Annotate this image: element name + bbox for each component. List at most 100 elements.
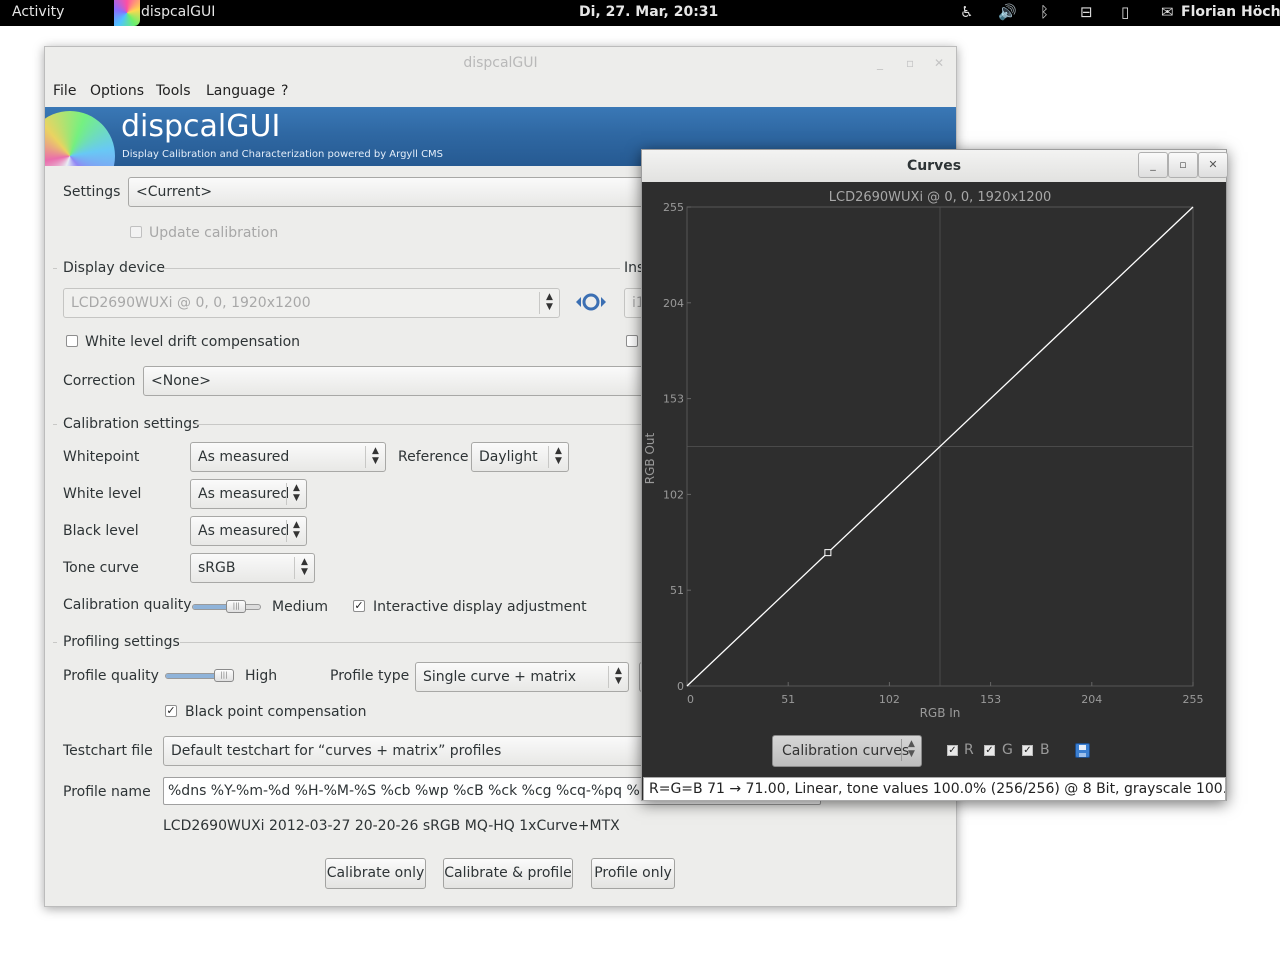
calibration-quality-handle[interactable]: ||| xyxy=(226,600,247,613)
testchart-value: Default testchart for “curves + matrix” … xyxy=(171,743,502,759)
update-calibration-checkbox[interactable] xyxy=(130,226,142,238)
chevron-updown-icon: ▲ ▼ xyxy=(548,446,568,468)
black-level-value: As measured xyxy=(198,523,290,539)
x-tick-label: 255 xyxy=(1183,693,1204,706)
battery-icon[interactable]: ▯ xyxy=(1121,3,1129,21)
whitepoint-label: Whitepoint xyxy=(63,449,140,465)
whitepoint-select[interactable]: As measured ▲ ▼ xyxy=(190,442,386,472)
y-tick-label: 204 xyxy=(663,297,684,310)
white-drift-label: White level drift compensation xyxy=(85,334,301,350)
curves-plot[interactable]: LCD2690WUXi @ 0, 0, 1920x1200 0 51 102 153 2… xyxy=(642,182,1226,727)
divider xyxy=(53,268,57,269)
y-tick-label: 153 xyxy=(663,393,684,406)
chevron-updown-icon: ▲ ▼ xyxy=(608,666,628,688)
black-drift-checkbox[interactable] xyxy=(626,335,638,347)
y-axis-label: RGB Out xyxy=(643,432,657,484)
close-icon[interactable]: ✕ xyxy=(934,56,944,70)
menu-tools[interactable]: Tools xyxy=(156,83,191,99)
channel-g-label: G xyxy=(1002,742,1013,758)
curves-window: Curves _ ▫ ✕ LCD2690WUXi @ 0, 0, 1920x12… xyxy=(641,149,1228,801)
calibration-quality-label: Calibration quality xyxy=(63,597,192,613)
app-icon[interactable] xyxy=(114,0,140,26)
window-titlebar[interactable]: dispcalGUI xyxy=(45,47,956,79)
white-level-select[interactable]: As measured ▲ ▼ xyxy=(190,479,307,509)
white-level-label: White level xyxy=(63,486,142,502)
profile-quality-handle[interactable]: ||| xyxy=(214,669,234,682)
black-point-checkbox[interactable]: ✓ xyxy=(165,705,177,717)
profile-quality-label: Profile quality xyxy=(63,668,159,684)
minimize-icon[interactable]: _ xyxy=(877,56,883,70)
refresh-displays-icon[interactable] xyxy=(574,291,608,313)
profile-type-label: Profile type xyxy=(330,668,410,684)
clock[interactable]: Di, 27. Mar, 20:31 xyxy=(579,4,718,20)
maximize-icon[interactable]: ▫ xyxy=(906,56,914,70)
channel-r-checkbox[interactable]: ✓ xyxy=(947,745,958,756)
divider xyxy=(53,424,57,425)
close-icon[interactable]: ✕ xyxy=(1198,152,1228,178)
calibration-quality-value: Medium xyxy=(272,599,328,615)
menu-language[interactable]: Language xyxy=(206,83,275,99)
profile-quality-value: High xyxy=(245,668,278,684)
y-tick-label: 51 xyxy=(670,584,684,597)
bluetooth-icon[interactable]: ᛒ xyxy=(1040,3,1049,21)
profile-only-button[interactable]: Profile only xyxy=(591,858,675,889)
banner-title: dispcalGUI xyxy=(121,109,281,144)
correction-label: Correction xyxy=(63,373,136,389)
channel-b-checkbox[interactable]: ✓ xyxy=(1022,745,1033,756)
activities-button[interactable]: Activity xyxy=(12,4,64,20)
curves-title: Curves xyxy=(906,158,962,174)
volume-icon[interactable]: 🔊 xyxy=(998,3,1017,21)
menu-help[interactable]: ? xyxy=(281,83,288,99)
user-icon[interactable]: ✉ xyxy=(1161,3,1174,21)
top-bar: Activity dispcalGUI Di, 27. Mar, 20:31 ♿… xyxy=(0,0,1280,26)
calibration-settings-heading: Calibration settings xyxy=(63,416,200,432)
testchart-select[interactable]: Default testchart for “curves + matrix” … xyxy=(163,736,663,766)
white-level-value: As measured xyxy=(198,486,290,502)
menu-bar: File Options Tools Language ? xyxy=(45,83,956,105)
interactive-adjust-label: Interactive display adjustment xyxy=(373,599,587,615)
testchart-label: Testchart file xyxy=(63,743,153,759)
curves-status-bar: R=G=B 71 → 71.00, Linear, tone values 10… xyxy=(643,777,1226,801)
accessibility-icon[interactable]: ♿ xyxy=(960,3,973,21)
tone-curve-value: sRGB xyxy=(198,560,236,576)
curves-type-select[interactable]: Calibration curves ▲ ▼ xyxy=(772,735,922,767)
correction-select[interactable]: <None> xyxy=(143,366,663,396)
divider xyxy=(195,424,643,425)
profile-type-value: Single curve + matrix xyxy=(423,669,576,685)
calibrate-profile-button[interactable]: Calibrate & profile xyxy=(443,858,573,889)
settings-select[interactable]: <Current> xyxy=(128,177,688,207)
chevron-updown-icon: ▲ ▼ xyxy=(901,739,921,761)
chevron-updown-icon: ▲ ▼ xyxy=(294,557,314,579)
update-calibration-label: Update calibration xyxy=(149,225,279,241)
divider xyxy=(53,642,57,643)
profile-name-label: Profile name xyxy=(63,784,151,800)
maximize-icon[interactable]: ▫ xyxy=(1168,152,1198,178)
save-icon[interactable] xyxy=(1075,743,1090,758)
settings-value: <Current> xyxy=(136,184,213,200)
menu-options[interactable]: Options xyxy=(90,83,144,99)
status-text: R=G=B 71 → 71.00, Linear, tone values 10… xyxy=(649,781,1226,797)
network-icon[interactable]: ⊟ xyxy=(1080,3,1093,21)
chevron-updown-icon: ▲ ▼ xyxy=(286,483,306,505)
curves-type-value: Calibration curves xyxy=(782,743,910,759)
profiling-settings-heading: Profiling settings xyxy=(63,634,180,650)
white-drift-checkbox[interactable] xyxy=(66,335,78,347)
reference-select[interactable]: Daylight ▲ ▼ xyxy=(471,442,569,472)
menu-file[interactable]: File xyxy=(53,83,76,99)
channel-g-checkbox[interactable]: ✓ xyxy=(984,745,995,756)
interactive-adjust-checkbox[interactable]: ✓ xyxy=(353,600,365,612)
user-menu[interactable]: Florian Höch xyxy=(1181,4,1280,20)
calibrate-only-button[interactable]: Calibrate only xyxy=(325,858,426,889)
display-device-select[interactable]: LCD2690WUXi @ 0, 0, 1920x1200 ▲ ▼ xyxy=(63,288,560,318)
whitepoint-value: As measured xyxy=(198,449,290,465)
x-axis-label: RGB In xyxy=(920,706,961,720)
tone-curve-select[interactable]: sRGB ▲ ▼ xyxy=(190,553,315,583)
logo-icon xyxy=(45,111,115,166)
curve-marker[interactable] xyxy=(824,549,832,557)
profile-type-select[interactable]: Single curve + matrix ▲ ▼ xyxy=(415,662,629,692)
app-menu-label[interactable]: dispcalGUI xyxy=(141,4,215,20)
profile-name-preview: LCD2690WUXi 2012-03-27 20-20-26 sRGB MQ-… xyxy=(163,818,620,834)
minimize-icon[interactable]: _ xyxy=(1138,152,1168,178)
chevron-updown-icon: ▲ ▼ xyxy=(286,520,306,542)
black-level-select[interactable]: As measured ▲ ▼ xyxy=(190,516,307,546)
